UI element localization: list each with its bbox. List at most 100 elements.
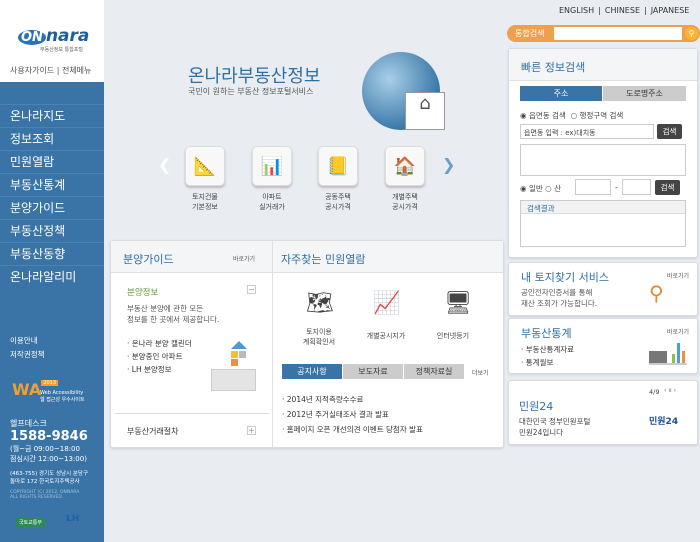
civil-link[interactable]: 인터넷등기 [423,331,483,341]
stats-item[interactable]: · 부동산통계자료 [521,343,574,356]
civil-link[interactable]: 토지이용 계획확인서 [289,327,349,347]
pause-icon[interactable]: ıı [668,387,671,394]
lot-search-button[interactable]: 검색 [655,180,680,195]
civil-title: 자주찾는 민원열람 [281,253,366,266]
dong-list[interactable] [520,144,686,176]
tab-policy[interactable]: 정책자료실 [404,364,464,379]
stats-more[interactable]: 바로가기 [667,327,689,336]
land-finder-panel: 내 토지찾기 서비스 바로가기 공인전자인증서를 통해 재산 조회가 가능합니다.… [508,262,698,316]
usage-link[interactable]: 이용안내 [10,334,45,348]
helpdesk: 헬프데스크 1588-9846 (월~금 09:00~18:00 점심시간 12… [10,419,89,500]
integrated-search: 통합검색 ⚲ [507,25,700,42]
monitor-icon[interactable]: 🖥 [444,291,472,316]
side-links: 이용안내 저작권정책 [10,334,45,362]
guide-list: · 온나라 분양 캘린더 · 분양중인 아파트 · LH 분양정보 [127,337,192,376]
banner-page: 4/9 [649,388,660,396]
lang-chinese[interactable]: CHINESE [605,6,640,15]
civil-link[interactable]: 개별공시지가 [356,331,416,341]
lot-main-input[interactable] [575,179,611,195]
guide-item[interactable]: · LH 분양정보 [127,363,192,376]
menu-item[interactable]: 정보조회 [0,127,104,150]
collapse-icon[interactable]: − [247,285,256,294]
ruler-icon[interactable]: 📐 [185,146,225,186]
menu-item[interactable]: 부동산통계 [0,173,104,196]
notice-item[interactable]: · 2012년 주거실태조사 결과 발표 [282,407,423,422]
radio-dong[interactable]: ◉ 읍면동 검색 [520,111,566,120]
stats-title[interactable]: 부동산통계 [521,325,572,341]
notice-item[interactable]: · 홈페이지 오픈 개선의견 이벤트 당첨자 발표 [282,422,423,437]
banner-title[interactable]: 민원24 [519,398,553,414]
tab-road-address[interactable]: 도로명주소 [603,86,686,101]
quick-link[interactable]: 토지건물 기본정보 [175,192,235,212]
lot-sub-input[interactable] [622,179,651,195]
radio-mountain[interactable]: ○ 산 [545,184,561,193]
building-illustration [211,341,261,393]
copyright-policy-link[interactable]: 저작권정책 [10,348,45,362]
molit-logo[interactable]: 국토교통부 [16,518,46,527]
hero-title: 온나라부동산정보 [188,66,321,87]
quick-search-panel: 빠른 정보검색 주소 도로명주소 ◉ 읍면동 검색 ○ 행정구역 검색 읍면동 … [508,48,698,258]
certificate-icon: ⚲ [649,281,664,305]
onnara-logo[interactable]: ON nara 부동산정보 통합포털 [18,26,89,53]
map-icon[interactable]: 🗺 [306,291,334,316]
lang-english[interactable]: ENGLISH [559,6,594,15]
house-icon[interactable]: 🏠 [385,146,425,186]
search-button[interactable]: 검색 [657,124,682,139]
address-tabs: 주소 도로명주소 [520,86,686,101]
guide-more[interactable]: 바로가기 [233,254,255,263]
menu-item[interactable]: 민원열람 [0,150,104,173]
radio-general[interactable]: ◉ 일반 [520,184,543,193]
search-label: 통합검색 [515,29,545,38]
dong-input[interactable]: 읍면동 입력 : ex)대치동 [520,124,654,139]
stats-list: · 부동산통계자료 · 통계월보 [521,343,574,369]
notice-list: · 2014년 지적측량수수료 · 2012년 주거실태조사 결과 발표 · 홈… [282,392,423,437]
expand-icon[interactable]: + [247,426,256,435]
notice-more[interactable]: 더보기 [472,368,489,377]
next-arrow-icon[interactable]: ❯ [442,155,455,174]
menu-item[interactable]: 온나라알리미 [0,265,104,288]
land-finder-more[interactable]: 바로가기 [667,271,689,280]
banner-desc: 대한민국 정부민원포털 민원24입니다 [519,417,591,437]
stats-panel: 부동산통계 바로가기 · 부동산통계자료 · 통계월보 [508,318,698,374]
house-illustration: ⌂ [405,92,445,130]
bar-chart-icon[interactable]: 📊 [252,146,292,186]
minwon24-logo[interactable]: 민원24 [649,414,678,427]
land-finder-desc: 공인전자인증서를 통해 재산 조회가 가능합니다. [521,288,598,308]
quick-link[interactable]: 개별주택 공시가격 [375,192,435,212]
radio-district[interactable]: ○ 행정구역 검색 [571,111,624,120]
menu-item[interactable]: 부동산동향 [0,242,104,265]
prev-icon[interactable]: ‹ [664,387,666,394]
line-chart-icon[interactable]: 📈 [373,291,400,316]
stats-item[interactable]: · 통계월보 [521,356,574,369]
guide-section-title[interactable]: 분양정보 [127,286,158,298]
sitemap-link[interactable]: 전체메뉴 [62,66,91,75]
search-icon[interactable]: ⚲ [685,27,698,40]
user-guide-link[interactable]: 사용자가이드 [10,66,54,75]
lh-logo[interactable]: LH [66,514,79,524]
search-results: 검색결과 [520,200,686,247]
quick-link[interactable]: 아파트 실거래가 [242,192,302,212]
land-type-radios: ◉ 일반 ○ 산 [520,183,561,194]
guide-item[interactable]: · 분양중인 아파트 [127,350,192,363]
search-input[interactable] [554,27,682,40]
guide-item[interactable]: · 온나라 분양 캘린더 [127,337,192,350]
land-finder-title[interactable]: 내 토지찾기 서비스 [521,269,609,285]
tab-press[interactable]: 보도자료 [343,364,403,379]
banner-panel: 4/9 ‹ ıı › 민원24 대한민국 정부민원포털 민원24입니다 민원24 [508,380,698,445]
next-icon[interactable]: › [674,387,676,394]
prev-arrow-icon[interactable]: ❮ [158,155,171,174]
tab-notice[interactable]: 공지사항 [282,364,342,379]
language-links: ENGLISH | CHINESE | JAPANESE [559,6,690,15]
guide-title: 분양가이드 [123,253,174,266]
menu-item[interactable]: 부동산정책 [0,219,104,242]
stats-chart-icon [649,343,687,365]
notice-item[interactable]: · 2014년 지적측량수수료 [282,392,423,407]
notebook-icon[interactable]: 📒 [318,146,358,186]
lang-japanese[interactable]: JAPANESE [651,6,690,15]
menu-item[interactable]: 온나라지도 [0,104,104,127]
trade-procedure-title[interactable]: 부동산거래절차 [127,426,179,437]
menu-item[interactable]: 분양가이드 [0,196,104,219]
banner-controls: ‹ ıı › [664,387,676,394]
quick-link[interactable]: 공동주택 공시가격 [308,192,368,212]
tab-address[interactable]: 주소 [520,86,602,101]
